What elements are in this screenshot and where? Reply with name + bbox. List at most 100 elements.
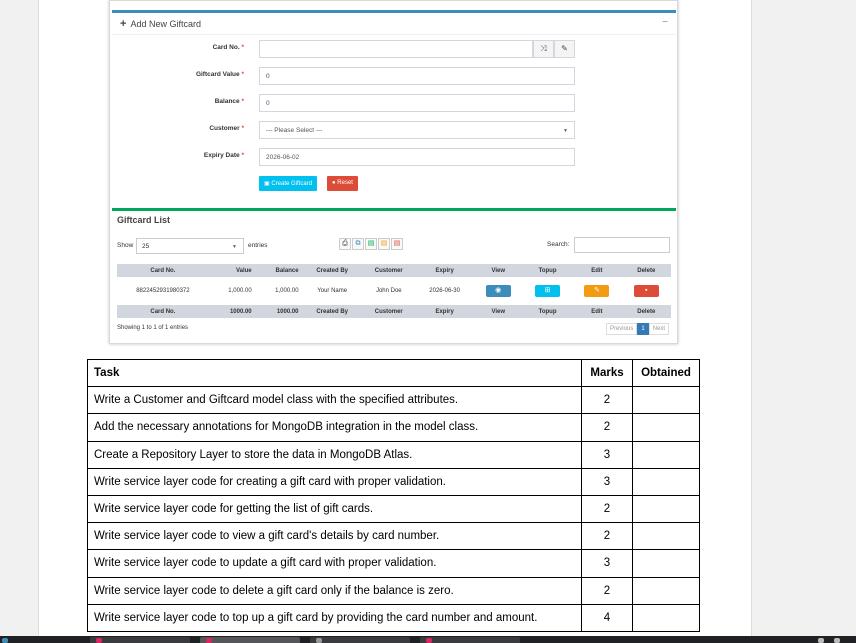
entries-value: 25 [142,243,150,250]
cell-topup: ⊞ [523,277,572,305]
task-text: Write service layer code to top up a gif… [87,603,582,632]
giftcard-value-label: Giftcard Value * [195,71,244,78]
taskbar-app-1[interactable] [90,637,190,643]
task-row: Write service layer code to top up a gif… [87,603,700,632]
foot-edit: Edit [572,305,622,318]
expiry-input[interactable]: 2026-06-02 [259,148,575,166]
topup-icon[interactable]: ⊞ [535,285,561,297]
task-obtained [632,576,700,605]
tray-icon[interactable] [834,638,840,643]
next-button[interactable]: Next [648,323,669,335]
giftcard-value-row: Giftcard Value * 0 [112,67,676,86]
header-obtained: Obtained [632,358,700,388]
customer-row: Customer * --- Please Select --- ▼ [112,121,676,140]
start-icon[interactable] [2,638,8,643]
col-delete[interactable]: Delete [621,264,671,277]
delete-trash-icon[interactable]: ▪ [633,285,659,297]
task-row: Write service layer code for creating a … [87,467,700,496]
marks-table: Task Marks Obtained Write a Customer and… [87,358,700,632]
task-obtained [632,440,700,469]
cell-customer: John Doe [375,288,402,294]
prev-button[interactable]: Previous [605,323,638,335]
page-1-button[interactable]: 1 [637,323,649,335]
task-marks: 3 [581,440,633,469]
excel-icon[interactable]: ▤ [365,238,377,250]
giftcard-value-input[interactable]: 0 [259,67,575,85]
task-marks: 2 [581,576,633,605]
print-icon[interactable]: ⎙ [339,238,351,250]
create-giftcard-button[interactable]: ▣ Create Giftcard [259,176,318,191]
foot-delete: Delete [621,305,671,318]
reset-button[interactable]: ● Reset [327,176,358,191]
app-3-icon [316,638,322,643]
task-obtained [632,494,700,524]
edit-pencil-icon[interactable]: ✎ [584,285,610,297]
col-created-by[interactable]: Created By [302,264,362,277]
task-marks: 2 [581,386,633,415]
foot-card-no: Card No. [117,305,209,318]
pencil-icon[interactable]: ✎ [554,40,575,58]
task-row: Write service layer code for getting the… [87,494,700,524]
task-obtained [632,603,700,632]
cell-created-by: Your Name [317,288,348,294]
csv-icon[interactable]: ▤ [378,238,390,250]
balance-input[interactable]: 0 [259,94,575,112]
table-info: Showing 1 to 1 of 1 entries [117,325,189,331]
col-customer[interactable]: Customer [361,264,416,277]
task-text: Write service layer code to view a gift … [87,522,582,551]
task-text: Add the necessary annotations for MongoD… [87,413,582,442]
col-balance[interactable]: Balance [255,264,303,277]
search-input[interactable] [574,237,670,253]
app-1-icon [96,638,102,643]
cell-balance: 1,000.00 [275,288,299,294]
task-text: Write service layer code for getting the… [87,494,582,524]
table-row: 8822452931980372 1,000.00 1,000.00 Your … [117,277,671,305]
customer-select[interactable]: --- Please Select --- ▼ [259,121,575,139]
app-screenshot: + Add New Giftcard − Card No. * ⤨ ✎ Gift… [109,0,678,344]
customer-label: Customer * [209,125,244,132]
entries-select[interactable]: 25 ▼ [136,238,244,254]
taskbar-app-4[interactable] [420,637,520,643]
pdf-icon[interactable]: ▤ [391,238,403,250]
customer-select-value: --- Please Select --- [266,127,323,134]
foot-view: View [473,305,523,318]
reset-icon: ● [332,180,336,186]
card-no-label: Card No. * [212,44,244,51]
col-expiry[interactable]: Expiry [415,264,474,277]
card-no-row: Card No. * ⤨ ✎ [112,40,676,59]
task-text: Create a Repository Layer to store the d… [87,440,582,469]
col-edit[interactable]: Edit [572,264,622,277]
collapse-button[interactable]: − [662,17,668,28]
export-buttons: ⎙ ⧉ ▤ ▤ ▤ [339,238,403,250]
copy-icon[interactable]: ⧉ [352,238,364,250]
card-no-input[interactable] [259,40,533,58]
view-eye-icon[interactable]: ◉ [485,285,511,297]
tray-icon[interactable] [818,638,824,643]
foot-created-by: Created By [302,305,362,318]
col-value[interactable]: Value [208,264,256,277]
foot-expiry: Expiry [415,305,474,318]
task-obtained [632,549,700,578]
foot-topup: Topup [522,305,573,318]
task-row: Write a Customer and Giftcard model clas… [87,386,700,415]
task-row: Write service layer code to delete a gif… [87,576,700,605]
entries-label: entries [248,242,268,249]
caret-down-icon: ▼ [563,128,568,134]
col-card-no[interactable]: Card No. [117,264,209,277]
task-marks: 3 [581,467,633,496]
task-text: Write service layer code to update a gif… [87,549,582,578]
col-topup[interactable]: Topup [522,264,573,277]
giftcard-table: Card No. Value Balance Created By Custom… [117,264,671,318]
taskbar-app-3[interactable] [310,637,410,643]
header-marks: Marks [581,358,633,388]
col-view[interactable]: View [473,264,523,277]
cell-view: ◉ [474,277,523,305]
table-header-row: Card No. Value Balance Created By Custom… [117,264,671,277]
shuffle-icon[interactable]: ⤨ [533,40,554,58]
taskbar-app-2[interactable] [200,637,300,643]
marks-header-row: Task Marks Obtained [87,358,700,388]
task-marks: 3 [581,549,633,578]
task-text: Write service layer code for creating a … [87,467,582,496]
task-row: Add the necessary annotations for MongoD… [87,413,700,442]
task-text: Write service layer code to delete a gif… [87,576,582,605]
